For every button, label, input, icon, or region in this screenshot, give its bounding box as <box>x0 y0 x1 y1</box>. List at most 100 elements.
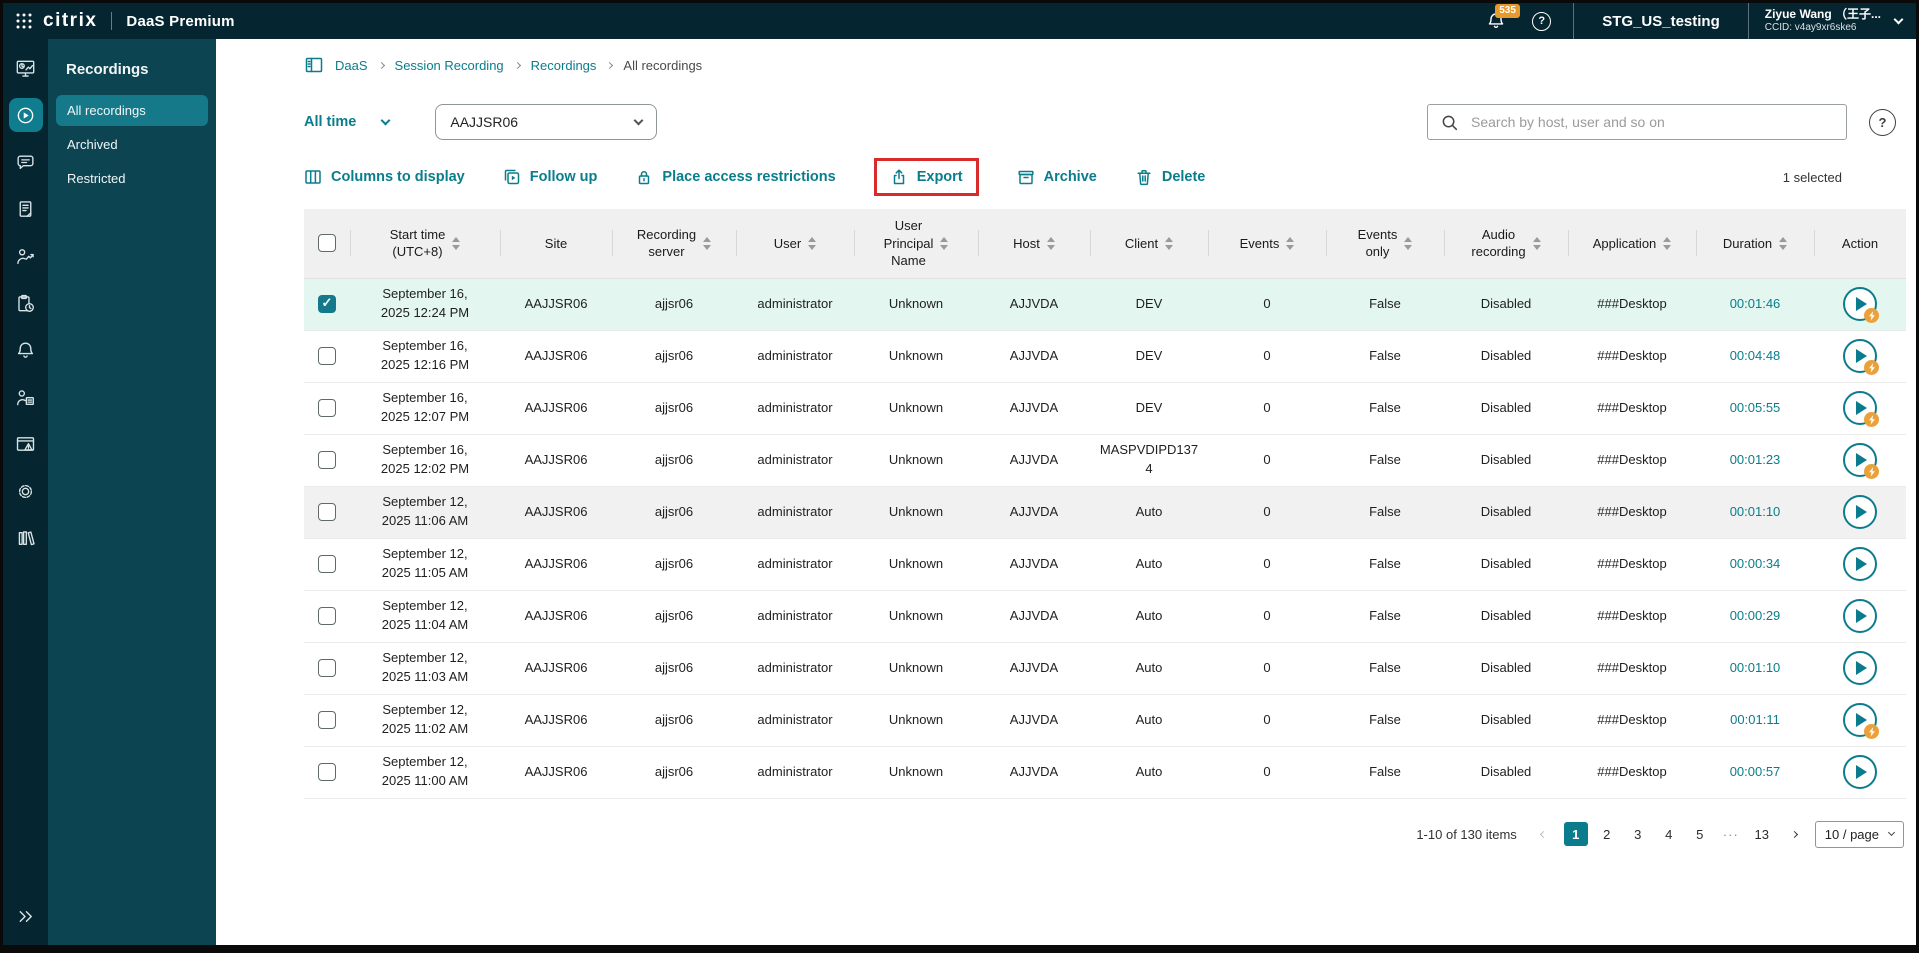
sort-icon[interactable] <box>1663 237 1672 250</box>
page-button-3[interactable]: 3 <box>1626 822 1650 846</box>
sort-icon[interactable] <box>940 237 949 250</box>
app-grid-icon[interactable] <box>15 12 33 30</box>
play-button[interactable] <box>1843 391 1879 428</box>
settings-gear-icon[interactable] <box>9 474 43 508</box>
sort-icon[interactable] <box>1286 237 1295 250</box>
archive-button[interactable]: Archive <box>1017 168 1097 186</box>
sort-icon[interactable] <box>452 237 461 250</box>
page-button-13[interactable]: 13 <box>1750 822 1774 846</box>
alerts-bell-icon[interactable] <box>9 333 43 367</box>
play-button[interactable] <box>1843 651 1877 686</box>
play-icon <box>1856 349 1867 364</box>
row-checkbox[interactable] <box>318 347 336 366</box>
search-input[interactable] <box>1471 114 1833 130</box>
row-checkbox[interactable] <box>318 711 336 730</box>
expand-rail-icon[interactable] <box>9 899 43 933</box>
user-analytics-icon[interactable] <box>9 239 43 273</box>
sort-icon[interactable] <box>1046 237 1055 250</box>
previous-page-icon[interactable] <box>1537 828 1550 841</box>
cell-recording_server: ajjsr06 <box>654 711 694 727</box>
row-checkbox[interactable] <box>318 763 336 782</box>
time-range-filter[interactable]: All time <box>304 114 391 130</box>
next-page-icon[interactable] <box>1788 828 1801 841</box>
sort-icon[interactable] <box>1404 237 1413 250</box>
columns-to-display-button[interactable]: Columns to display <box>304 168 465 186</box>
column-header-client[interactable]: Client <box>1090 209 1208 278</box>
column-header-user[interactable]: User <box>736 209 854 278</box>
sidebar-item-archived[interactable]: Archived <box>56 129 208 160</box>
play-button[interactable] <box>1843 703 1879 740</box>
search-icon <box>1441 114 1458 131</box>
cell-events_only: False <box>1369 503 1401 519</box>
delete-button[interactable]: Delete <box>1135 168 1205 186</box>
row-checkbox[interactable] <box>318 399 336 418</box>
cell-recording_server: ajjsr06 <box>654 295 694 311</box>
breadcrumb-item[interactable]: Recordings <box>531 58 597 73</box>
sidebar-item-all-recordings[interactable]: All recordings <box>56 95 208 126</box>
org-name[interactable]: STG_US_testing <box>1574 13 1748 30</box>
breadcrumb-item[interactable]: Session Recording <box>395 58 504 73</box>
server-filter-select[interactable]: AAJJSR06 <box>435 104 658 140</box>
row-checkbox[interactable] <box>318 555 336 574</box>
row-checkbox[interactable] <box>318 503 336 522</box>
help-icon[interactable]: ? <box>1532 11 1552 31</box>
cell-user: administrator <box>757 711 833 727</box>
column-header-events_only[interactable]: Events only <box>1326 209 1444 278</box>
page-button-5[interactable]: 5 <box>1688 822 1712 846</box>
page-button-2[interactable]: 2 <box>1595 822 1619 846</box>
event-lightning-badge <box>1864 464 1879 480</box>
pagination-ellipsis: ··· <box>1722 826 1739 842</box>
notifications-bell-icon[interactable]: 535 <box>1486 4 1520 31</box>
play-button[interactable] <box>1843 495 1877 530</box>
column-header-application[interactable]: Application <box>1568 209 1696 278</box>
sort-icon[interactable] <box>1165 237 1174 250</box>
column-header-host[interactable]: Host <box>978 209 1090 278</box>
scheduled-tasks-icon[interactable] <box>9 286 43 320</box>
monitor-dashboard-icon[interactable] <box>9 51 43 85</box>
sort-icon[interactable] <box>1779 237 1788 250</box>
page-button-4[interactable]: 4 <box>1657 822 1681 846</box>
session-recording-icon[interactable] <box>8 98 43 132</box>
panel-toggle-icon[interactable] <box>304 55 324 75</box>
row-checkbox[interactable] <box>318 295 336 314</box>
play-button[interactable] <box>1843 755 1877 790</box>
play-button[interactable] <box>1843 287 1879 324</box>
row-checkbox[interactable] <box>318 607 336 626</box>
recordings-sidebar: Recordings All recordings Archived Restric… <box>48 39 216 945</box>
chevron-down-icon[interactable] <box>1893 14 1904 25</box>
sort-icon[interactable] <box>808 237 817 250</box>
user-menu[interactable]: Ziyue Wang （王子... CCID: v4ay9xr6ske6 <box>1747 3 1916 39</box>
column-header-upn[interactable]: User Principal Name <box>854 209 978 278</box>
play-button[interactable] <box>1843 339 1879 376</box>
breadcrumb-item[interactable]: DaaS <box>335 58 368 73</box>
play-button[interactable] <box>1843 547 1877 582</box>
select-all-checkbox[interactable] <box>318 234 336 253</box>
column-header-start_time[interactable]: Start time (UTC+8) <box>350 209 500 278</box>
library-books-icon[interactable] <box>9 521 43 555</box>
sort-icon[interactable] <box>703 237 712 250</box>
divider <box>111 12 113 30</box>
sort-icon[interactable] <box>1532 237 1541 250</box>
cell-start_time: September 12, 2025 11:02 AM <box>381 702 469 737</box>
page-button-1[interactable]: 1 <box>1563 822 1588 847</box>
identity-users-icon[interactable] <box>9 380 43 414</box>
row-checkbox[interactable] <box>318 659 336 678</box>
column-header-events[interactable]: Events <box>1208 209 1326 278</box>
troubleshoot-warning-icon[interactable] <box>9 427 43 461</box>
play-button[interactable] <box>1843 443 1879 480</box>
column-header-recording_server[interactable]: Recording server <box>612 209 736 278</box>
column-header-duration[interactable]: Duration <box>1696 209 1814 278</box>
place-access-restrictions-button[interactable]: Place access restrictions <box>635 168 836 186</box>
feedback-chat-icon[interactable] <box>9 145 43 179</box>
cell-events: 0 <box>1263 451 1271 467</box>
play-button[interactable] <box>1843 599 1877 634</box>
script-log-icon[interactable] <box>9 192 43 226</box>
export-button[interactable]: Export <box>890 168 963 186</box>
follow-up-button[interactable]: Follow up <box>503 168 597 186</box>
column-header-audio_recording[interactable]: Audio recording <box>1444 209 1568 278</box>
page-size-select[interactable]: 10 / page <box>1814 820 1904 848</box>
event-lightning-badge <box>1864 724 1879 740</box>
row-checkbox[interactable] <box>318 451 336 470</box>
search-help-icon[interactable]: ? <box>1869 108 1896 136</box>
sidebar-item-restricted[interactable]: Restricted <box>56 163 208 194</box>
